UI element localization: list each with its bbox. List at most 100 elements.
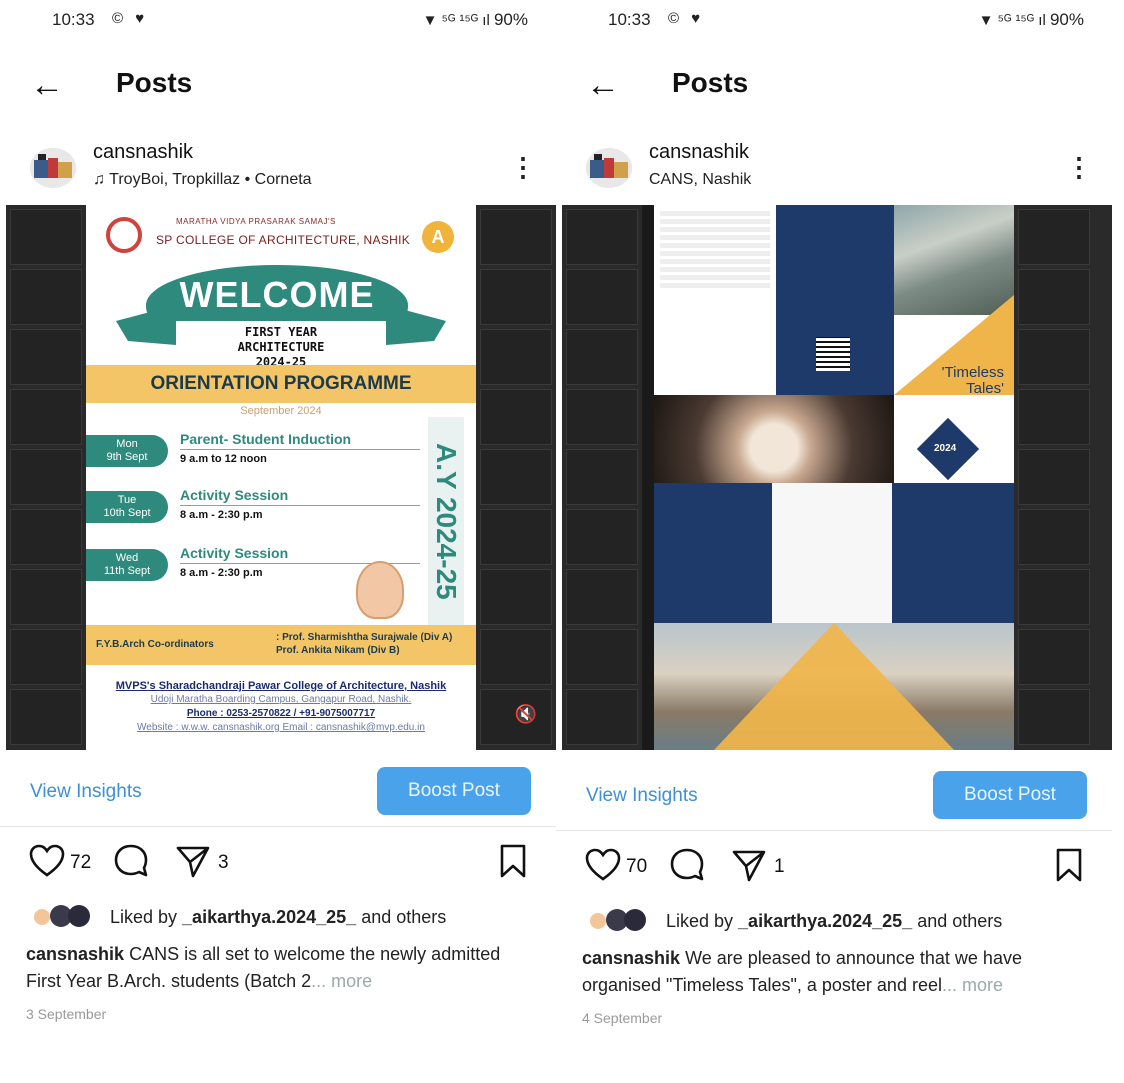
divider: [0, 826, 556, 827]
back-arrow-icon[interactable]: ←: [30, 66, 70, 106]
back-arrow-icon[interactable]: ←: [586, 66, 626, 106]
post-actions: 70 1: [556, 846, 1112, 890]
timeless-tales-poster: 'Timeless Tales' 2024: [654, 205, 1014, 750]
status-time: 10:33: [52, 10, 95, 29]
left-screenshot: 10:33 © ♥ ▼ ⁵ᴳ ¹⁵ᴳ ıl 90% ← Posts cansna…: [0, 0, 556, 1083]
top-bar: ← Posts: [556, 58, 1112, 114]
insights-row: View Insights Boost Post: [556, 768, 1112, 824]
poster-title: 'Timeless Tales': [941, 364, 1004, 397]
more-options-icon[interactable]: ⋮: [510, 150, 536, 186]
username[interactable]: cansnashik: [649, 141, 749, 164]
caption-username[interactable]: cansnashik: [26, 944, 124, 964]
post-actions: 72 3: [0, 842, 556, 886]
post-caption: cansnashik CANS is all set to welcome th…: [26, 941, 536, 995]
shares-count: 3: [218, 852, 229, 873]
bookmark-icon[interactable]: [1050, 846, 1088, 884]
avatar[interactable]: [586, 148, 632, 188]
naac-badge-icon: A: [422, 221, 454, 253]
boost-post-button[interactable]: Boost Post: [933, 771, 1087, 819]
boost-post-button[interactable]: Boost Post: [377, 767, 531, 815]
prizes-panel: [892, 483, 1014, 623]
caption-more-link[interactable]: ... more: [311, 971, 372, 991]
status-time: 10:33: [608, 10, 651, 29]
liked-by-text: Liked by _aikarthya.2024_25_ and others: [666, 911, 1003, 931]
guidelines-panel: [654, 483, 772, 623]
status-bar: 10:33 © ♥ ▼ ⁵ᴳ ¹⁵ᴳ ıl 90%: [0, 8, 556, 34]
post-media[interactable]: 'Timeless Tales' 2024: [562, 205, 1112, 750]
first-year-text: FIRST YEAR ARCHITECTURE 2024-25: [237, 325, 325, 369]
battery-percent: 90%: [493, 10, 528, 29]
judging-panel: [772, 483, 892, 623]
video-frame-strip-left: [562, 205, 642, 750]
video-frame-strip-right: [476, 205, 556, 750]
share-icon[interactable]: [730, 846, 768, 884]
poster-college: SP COLLEGE OF ARCHITECTURE, NASHIK: [156, 233, 411, 247]
right-screenshot: 10:33 © ♥ ▼ ⁵ᴳ ¹⁵ᴳ ıl 90% ← Posts cansna…: [556, 0, 1112, 1083]
likes-count: 72: [70, 852, 92, 873]
audio-label: TroyBoi, Tropkillaz • Corneta: [109, 171, 312, 188]
view-insights-link[interactable]: View Insights: [30, 781, 142, 803]
qr-code-icon: [816, 337, 850, 371]
schedule-item: Mon 9th Sept Parent- Student Induction 9 …: [86, 431, 426, 475]
eligibility-panel: [776, 205, 894, 395]
likes-count: 70: [626, 856, 648, 877]
location-label[interactable]: CANS, Nashik: [649, 171, 751, 189]
student-illustration: [356, 561, 404, 619]
coordinators-bar: F.Y.B.Arch Co-ordinators : Prof. Sharmis…: [86, 625, 476, 665]
post-header: cansnashik ♫ TroyBoi, Tropkillaz • Corne…: [0, 138, 556, 198]
music-note-icon: ♫: [93, 171, 105, 188]
liked-by-row[interactable]: Liked by _aikarthya.2024_25_ and others: [556, 909, 1112, 935]
avatar[interactable]: [30, 148, 76, 188]
poster-intro-text: [654, 205, 776, 395]
poster-footer: MVPS's Sharadchandraji Pawar College of …: [115, 680, 447, 733]
year-badge-text: 2024: [934, 443, 957, 454]
building-photo: [894, 205, 1014, 315]
username[interactable]: cansnashik: [93, 141, 193, 164]
page-title: Posts: [116, 67, 193, 98]
poster-month: September 2024: [240, 405, 322, 417]
heart-icon[interactable]: [28, 842, 66, 880]
notification-icons: © ♥: [668, 10, 705, 27]
liker-avatars: [30, 905, 100, 929]
signal-icons: ▼ ⁵ᴳ ¹⁵ᴳ ıl: [978, 12, 1046, 29]
comment-icon[interactable]: [112, 842, 150, 880]
audio-line[interactable]: ♫ TroyBoi, Tropkillaz • Corneta: [93, 171, 312, 189]
shares-count: 1: [774, 856, 785, 877]
college-logo: [106, 217, 142, 253]
notification-icons: © ♥: [112, 10, 149, 27]
battery-percent: 90%: [1049, 10, 1084, 29]
view-insights-link[interactable]: View Insights: [586, 785, 698, 807]
liked-by-row[interactable]: Liked by _aikarthya.2024_25_ and others: [0, 905, 556, 931]
poster-org: MARATHA VIDYA PRASARAK SAMAJ'S: [176, 217, 336, 226]
page-title: Posts: [672, 67, 749, 98]
share-icon[interactable]: [174, 842, 212, 880]
more-options-icon[interactable]: ⋮: [1066, 150, 1092, 186]
liker-avatars: [586, 909, 656, 933]
comment-icon[interactable]: [668, 846, 706, 884]
insights-row: View Insights Boost Post: [0, 764, 556, 820]
caption-username[interactable]: cansnashik: [582, 948, 680, 968]
video-frame-strip-left: [6, 205, 86, 750]
academic-year: A.Y 2024-25: [428, 417, 464, 625]
post-header: cansnashik CANS, Nashik ⋮: [556, 138, 1112, 198]
system-icons: ▼ ⁵ᴳ ¹⁵ᴳ ıl 90%: [979, 10, 1084, 30]
top-bar: ← Posts: [0, 58, 556, 114]
orientation-title: ORIENTATION PROGRAMME: [86, 365, 476, 403]
bookmark-icon[interactable]: [494, 842, 532, 880]
video-frame-strip-right: [1014, 205, 1112, 750]
post-date: 3 September: [26, 1006, 107, 1022]
post-media[interactable]: MARATHA VIDYA PRASARAK SAMAJ'S SP COLLEG…: [6, 205, 556, 750]
post-date: 4 September: [582, 1010, 663, 1026]
caption-more-link[interactable]: ... more: [942, 975, 1003, 995]
muted-speaker-icon[interactable]: 🔇: [512, 700, 540, 728]
signal-icons: ▼ ⁵ᴳ ¹⁵ᴳ ıl: [422, 12, 490, 29]
heart-icon[interactable]: [584, 846, 622, 884]
post-caption: cansnashik We are pleased to announce th…: [582, 945, 1092, 999]
welcome-banner: WELCOME: [146, 265, 408, 321]
system-icons: ▼ ⁵ᴳ ¹⁵ᴳ ıl 90%: [423, 10, 528, 30]
liked-by-text: Liked by _aikarthya.2024_25_ and others: [110, 907, 447, 927]
flower-photo: [654, 395, 894, 483]
orientation-poster: MARATHA VIDYA PRASARAK SAMAJ'S SP COLLEG…: [86, 205, 476, 750]
schedule-item: Tue 10th Sept Activity Session 8 a.m - 2:…: [86, 487, 426, 531]
divider: [556, 830, 1112, 831]
